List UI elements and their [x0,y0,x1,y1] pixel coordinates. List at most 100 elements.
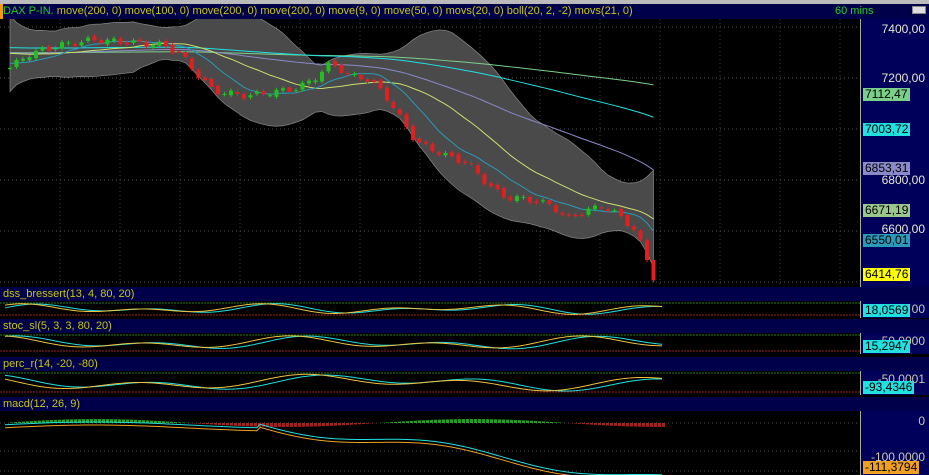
candle [131,40,136,43]
macd-histogram-bar [522,420,525,423]
macd-histogram-bar [474,419,477,423]
macd-histogram-bar [478,419,481,423]
candle [450,152,454,156]
macd-histogram-bar [14,422,17,423]
candle [482,174,487,184]
candle [27,57,32,61]
candle [638,230,643,240]
macd-histogram-bar [626,423,629,427]
macd-histogram-bar [554,422,557,423]
price-tag: 6550,01 [863,233,911,247]
candle [398,109,402,115]
candle [463,161,467,163]
macd-histogram-bar [274,423,277,427]
candle [326,62,331,72]
panel-value: -93,4346 [863,380,915,394]
candle [66,42,71,44]
candle [554,205,558,212]
macd-histogram-bar [610,423,613,426]
panel-title: macd(12, 26, 9) [3,398,81,410]
macd-histogram-bar [210,423,213,425]
macd-histogram-bar [630,423,633,427]
macd-histogram-bar [642,423,645,427]
macd-histogram-bar [638,423,641,427]
macd-histogram-bar [238,423,241,426]
macd-histogram-bar [394,421,397,423]
candle [580,214,584,216]
macd-histogram-bar [526,420,529,423]
macd-histogram-bar [550,421,553,423]
candle [612,210,617,212]
macd-histogram-bar [222,423,225,426]
macd-histogram-bar [462,419,465,423]
candle [359,75,363,80]
candle [40,47,45,51]
macd-histogram-bar [294,423,297,427]
indicator-plot[interactable] [0,333,860,354]
candle [385,87,389,101]
indicator-plot[interactable] [0,371,860,395]
macd-histogram-bar [498,419,501,423]
symbol-label: DAX P-IN. [3,5,54,17]
macd-histogram-bar [486,419,489,423]
candle [619,208,623,217]
candle [424,141,428,144]
tick-label: 7400,00 [881,22,925,36]
candle [86,37,90,41]
macd-histogram-bar [622,423,625,427]
oscillator-line [4,335,663,349]
indicator-plot[interactable] [0,411,860,475]
macd-histogram-bar [346,423,349,425]
candle [196,70,201,78]
macd-histogram-bar [270,423,273,427]
macd-histogram-bar [218,423,221,425]
candle [177,51,181,53]
macd-histogram-bar [458,419,461,423]
macd-histogram-bar [398,421,401,423]
macd-histogram-bar [538,421,541,423]
macd-histogram-bar [426,420,429,423]
candle [287,87,292,92]
macd-histogram-bar [330,423,333,426]
candle [60,42,64,49]
indicator-plot[interactable] [0,301,860,318]
timeframe-label: 60 mins [835,5,874,17]
macd-histogram-bar [10,422,13,423]
macd-histogram-bar [450,419,453,423]
minimize-button[interactable] [912,6,926,14]
macd-histogram-bar [646,423,649,427]
macd-histogram-bar [410,420,413,423]
macd-histogram-bar [506,419,509,423]
macd-histogram-bar [514,419,517,423]
candle [365,79,370,82]
candle [8,67,12,70]
macd-histogram-bar [286,423,289,427]
macd-histogram-bar [470,419,473,423]
macd-histogram-bar [598,423,601,426]
candle [560,213,565,215]
candle [346,73,350,75]
panel-header: perc_r(14, -20, -80) [0,357,929,371]
macd-histogram-bar [278,423,281,427]
macd-histogram-bar [290,423,293,427]
macd-histogram-bar [226,423,229,426]
macd-histogram-bar [206,423,209,425]
oscillator-line [4,374,663,392]
candle [248,95,253,98]
panel-axis: 0 -100,0000 -111,3794 [860,411,929,475]
macd-histogram-bar [618,423,621,427]
macd-histogram-bar [198,423,201,424]
ghost-tick: 0 [918,414,925,428]
candle [203,77,207,81]
candle [209,78,214,88]
macd-histogram-bar [534,420,537,423]
macd-histogram-bar [402,421,405,423]
candle [144,42,149,47]
macd-histogram-bar [582,423,585,425]
price-chart[interactable] [0,19,860,287]
macd-histogram-bar [326,423,329,427]
macd-histogram-bar [34,420,37,423]
macd-histogram-bar [366,423,369,424]
macd-histogram-bar [166,421,169,423]
candle [261,91,266,95]
